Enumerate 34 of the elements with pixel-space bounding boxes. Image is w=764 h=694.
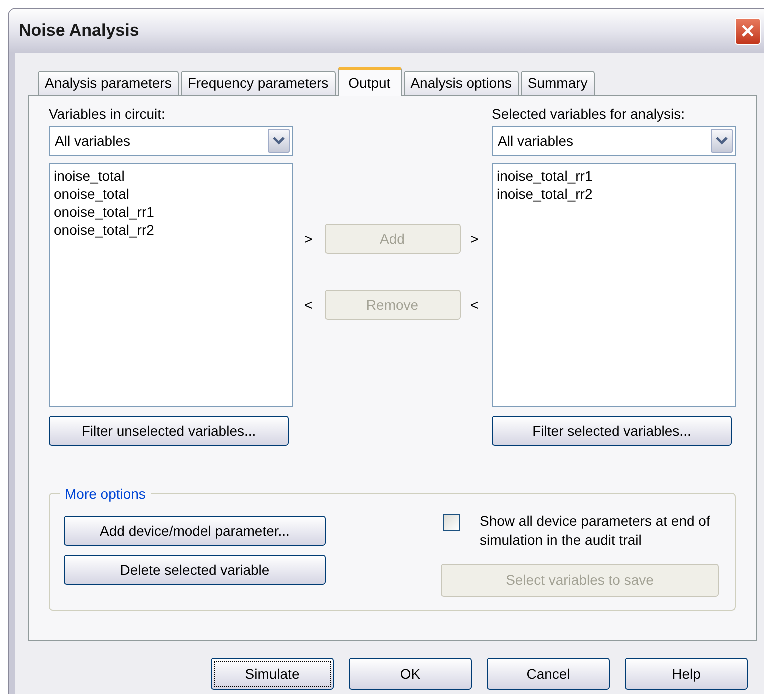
variable-list[interactable]: inoise_total_rr1 inoise_total_rr2 [492, 163, 736, 407]
variables-dropdown[interactable]: All variables [49, 126, 293, 156]
dialog-button[interactable]: Help [625, 658, 748, 690]
arrow-glyph: > [470, 230, 480, 248]
list-item[interactable]: inoise_total [54, 167, 125, 185]
variables-dropdown[interactable]: All variables [492, 126, 736, 156]
tab[interactable]: Summary [520, 71, 595, 95]
dialog-button[interactable]: Cancel [487, 658, 610, 690]
option-button[interactable]: Add device/model parameter... [64, 516, 326, 546]
variable-list[interactable]: inoise_total onoise_total onoise_total_rr1 onoise_total_rr2 [49, 163, 293, 407]
option-button[interactable]: Delete selected variable [64, 555, 326, 585]
dialog-button[interactable]: Simulate [211, 658, 334, 690]
arrow-glyph: > [304, 230, 314, 248]
filter-button[interactable]: Filter selected variables... [492, 416, 732, 446]
checkbox-label: Show all device parameters at end of simulation in the audit trail [480, 512, 712, 550]
close-button[interactable] [735, 18, 761, 44]
tab[interactable]: Analysis options [404, 71, 519, 95]
tab[interactable]: Frequency parameters [180, 71, 336, 95]
checkbox[interactable] [443, 514, 460, 531]
arrow-glyph: < [470, 296, 480, 314]
list-item[interactable]: onoise_total_rr1 [54, 203, 154, 221]
list-item[interactable]: inoise_total_rr1 [497, 167, 593, 185]
window-title: Noise Analysis [19, 20, 140, 42]
column-label: Selected variables for analysis: [492, 105, 686, 124]
arrow-glyph: < [304, 296, 314, 314]
column-label: Variables in circuit: [49, 105, 166, 124]
close-icon [741, 24, 755, 38]
list-item[interactable]: onoise_total [54, 185, 130, 203]
list-item[interactable]: inoise_total_rr2 [497, 185, 593, 203]
dialog-button[interactable]: OK [349, 658, 472, 690]
filter-button[interactable]: Filter unselected variables... [49, 416, 289, 446]
list-item[interactable]: onoise_total_rr2 [54, 221, 154, 239]
tab[interactable]: Analysis parameters [38, 71, 179, 95]
tab[interactable]: Output [338, 67, 402, 96]
